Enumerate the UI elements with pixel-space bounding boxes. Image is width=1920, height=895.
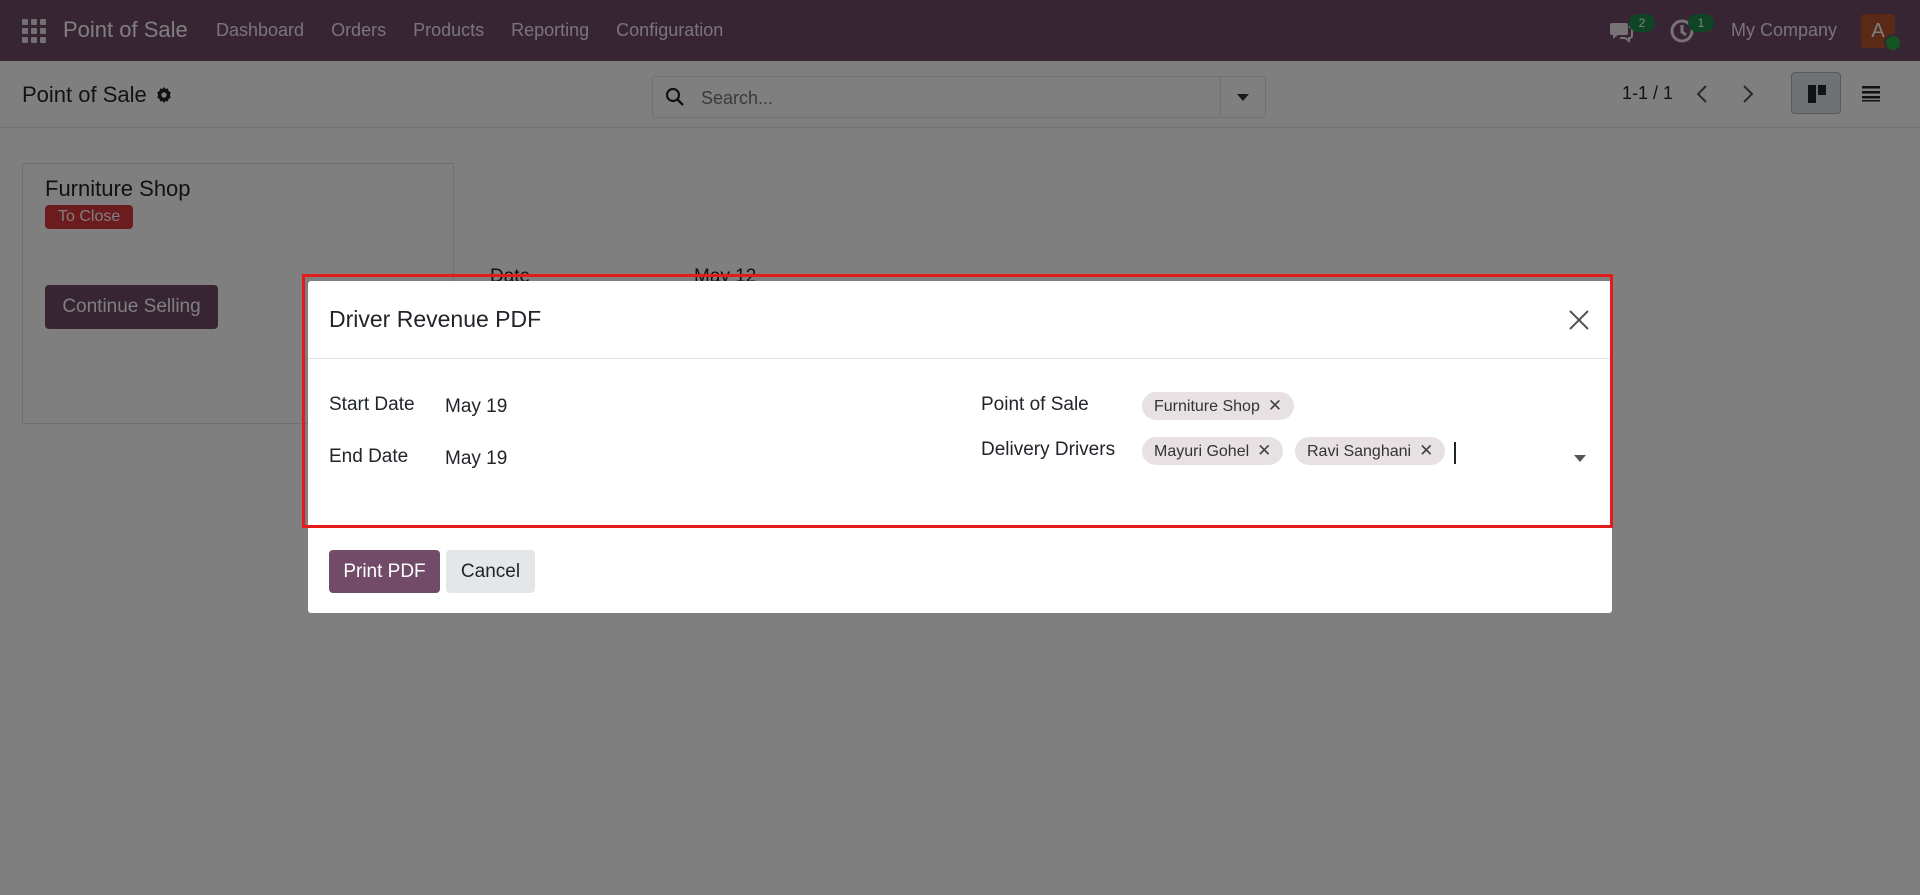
end-date-field[interactable]: May 19 — [445, 448, 507, 470]
drivers-input-cursor[interactable] — [1454, 442, 1456, 464]
driver-tag: Ravi Sanghani ✕ — [1295, 437, 1446, 465]
close-icon[interactable] — [1568, 309, 1590, 331]
pos-tag: Furniture Shop ✕ — [1142, 392, 1295, 420]
remove-tag-icon[interactable]: ✕ — [1268, 392, 1282, 420]
print-pdf-button[interactable]: Print PDF — [329, 550, 440, 593]
delivery-drivers-label: Delivery Drivers — [981, 439, 1116, 460]
start-date-label: Start Date — [329, 394, 415, 415]
modal-footer: Print PDF Cancel — [308, 531, 1612, 613]
drivers-dropdown-caret-icon[interactable] — [1574, 455, 1586, 462]
driver-revenue-dialog: Driver Revenue PDF Start Date May 19 End… — [308, 281, 1612, 613]
modal-title: Driver Revenue PDF — [329, 306, 542, 332]
tag-label: Ravi Sanghani — [1307, 443, 1412, 460]
driver-tag: Mayuri Gohel ✕ — [1142, 437, 1284, 465]
remove-tag-icon[interactable]: ✕ — [1419, 437, 1433, 465]
tag-label: Furniture Shop — [1154, 398, 1260, 415]
start-date-field[interactable]: May 19 — [445, 396, 507, 418]
point-of-sale-label: Point of Sale — [981, 394, 1089, 415]
modal-header: Driver Revenue PDF — [308, 281, 1612, 359]
end-date-label: End Date — [329, 446, 409, 467]
remove-tag-icon[interactable]: ✕ — [1257, 437, 1271, 465]
cancel-button[interactable]: Cancel — [446, 550, 535, 593]
tag-label: Mayuri Gohel — [1154, 443, 1250, 460]
